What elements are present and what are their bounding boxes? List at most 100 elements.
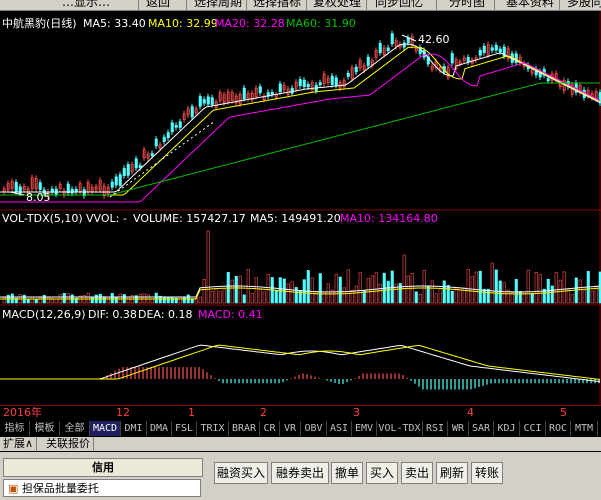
toolbar-multi-button[interactable]: 多股同列 (567, 0, 601, 10)
volume-bar (342, 287, 346, 304)
margin-buy-button[interactable]: 融资买入 (214, 462, 268, 484)
tab-rsi[interactable]: RSI (423, 421, 448, 436)
transfer-button[interactable]: 转账 (471, 462, 503, 484)
axis-label-month: 4 (467, 406, 474, 419)
volume-bar (166, 296, 170, 304)
volume-bar (286, 283, 290, 304)
folder-icon: ▣ (8, 482, 19, 495)
sell-button[interactable]: 卖出 (401, 462, 433, 484)
volume-bar (374, 272, 378, 304)
toolbar-indicator-button[interactable]: 选择指标 (253, 0, 301, 10)
ma5-legend: MA5: 33.40 (83, 17, 146, 30)
volume-bar (514, 279, 518, 304)
volume-bar (446, 285, 450, 304)
cancel-order-button[interactable]: 撤单 (331, 462, 363, 484)
volume-bar (170, 297, 174, 304)
tab-vr[interactable]: VR (280, 421, 301, 436)
volume-bar (34, 298, 38, 304)
candle-body (318, 82, 322, 86)
volume-bar (90, 297, 94, 304)
tab-obv[interactable]: OBV (301, 421, 327, 436)
tab-dmi[interactable]: DMI (121, 421, 147, 436)
volume-bar (198, 296, 202, 304)
candle-body (122, 168, 126, 177)
candle-body (178, 121, 182, 128)
volume-bar (526, 269, 530, 304)
tab-expand[interactable]: 扩展∧ (0, 437, 38, 451)
candle-body (258, 86, 262, 94)
volume-bar (354, 285, 358, 304)
collateral-batch-order-item[interactable]: ▣ 担保品批量委托 (3, 479, 201, 497)
tab-indicator[interactable]: 指标 (0, 421, 30, 436)
candle-body (298, 79, 302, 87)
volume-bar (402, 254, 406, 304)
volume-bar (366, 278, 370, 304)
kline-chart[interactable]: 中航黑豹(日线) MA5: 33.40 MA10: 32.99 MA20: 32… (0, 11, 601, 406)
tab-sar[interactable]: SAR (469, 421, 494, 436)
candle-body (150, 153, 154, 156)
tab-emv[interactable]: EMV (352, 421, 377, 436)
macd-value: MACD: 0.41 (198, 308, 263, 321)
volume-bar (590, 290, 594, 304)
volume-bar (114, 296, 118, 304)
tab-related-quotes[interactable]: 关联报价 (43, 437, 94, 451)
tab-macd[interactable]: MACD (90, 421, 121, 436)
volume-bar (390, 270, 394, 304)
volume-bar (486, 288, 490, 304)
volume-bar (126, 296, 130, 304)
volume-bar (102, 296, 106, 304)
tab-vol-tdx[interactable]: VOL-TDX (377, 421, 423, 436)
volume-bar (258, 289, 262, 304)
toolbar-back-button[interactable]: 返回 (146, 0, 170, 10)
tab-kdj[interactable]: KDJ (494, 421, 520, 436)
candle-body (498, 48, 502, 53)
volume-bar (482, 288, 486, 304)
volume-bar (474, 271, 478, 304)
buy-button[interactable]: 买入 (366, 462, 398, 484)
toolbar-separator (436, 0, 437, 10)
tab-all[interactable]: 全部 (60, 421, 90, 436)
volume-bar (454, 287, 458, 304)
tab-dma[interactable]: DMA (147, 421, 172, 436)
volume-bar (578, 279, 582, 304)
date-axis: 2016年 12 1 2 3 4 5 (0, 405, 601, 420)
trade-panel: 信用 ▣ 担保品批量委托 融资买入 融券卖出 撤单 买入 卖出 刷新 转账 (0, 452, 601, 500)
volume-bar (182, 296, 186, 304)
toolbar-profile-button[interactable]: 基本资料 (506, 0, 554, 10)
tab-asi[interactable]: ASI (327, 421, 352, 436)
volume-bar (266, 273, 270, 304)
short-sell-button[interactable]: 融券卖出 (271, 462, 329, 484)
candle-body (66, 183, 70, 194)
tab-fsl[interactable]: FSL (172, 421, 197, 436)
toolbar-adjust-button[interactable]: 复权处理 (313, 0, 361, 10)
tab-brar[interactable]: BRAR (229, 421, 260, 436)
tab-roc[interactable]: ROC (546, 421, 571, 436)
toolbar-item-view[interactable]: …显示… (62, 0, 110, 10)
credit-section-tab[interactable]: 信用 (3, 458, 203, 477)
volume-bar (62, 293, 66, 304)
tab-mtm[interactable]: MTM (571, 421, 598, 436)
volume-bar (438, 288, 442, 304)
candle-body (330, 75, 334, 85)
toolbar-timeshare-button[interactable]: 分时图 (449, 0, 485, 10)
tab-wr[interactable]: WR (448, 421, 469, 436)
toolbar-period-button[interactable]: 选择周期 (194, 0, 242, 10)
tab-template[interactable]: 模板 (30, 421, 60, 436)
volume-bar (2, 297, 6, 304)
tab-cci[interactable]: CCI (520, 421, 546, 436)
volume-bar (206, 230, 210, 304)
toolbar-sync-button[interactable]: 同步回忆 (375, 0, 423, 10)
candle-body (478, 50, 482, 56)
candle-body (202, 99, 206, 104)
volume-bar (262, 291, 266, 304)
tab-trix[interactable]: TRIX (197, 421, 229, 436)
volume-bar (538, 274, 542, 304)
volume-bar (30, 296, 34, 304)
candle-body (162, 136, 166, 142)
tab-cr[interactable]: CR (260, 421, 280, 436)
vvol-value: VVOL: - (86, 212, 127, 225)
refresh-button[interactable]: 刷新 (436, 462, 468, 484)
chart-canvas[interactable] (0, 11, 601, 406)
volume-bar (142, 293, 146, 304)
candle-body (38, 182, 42, 190)
